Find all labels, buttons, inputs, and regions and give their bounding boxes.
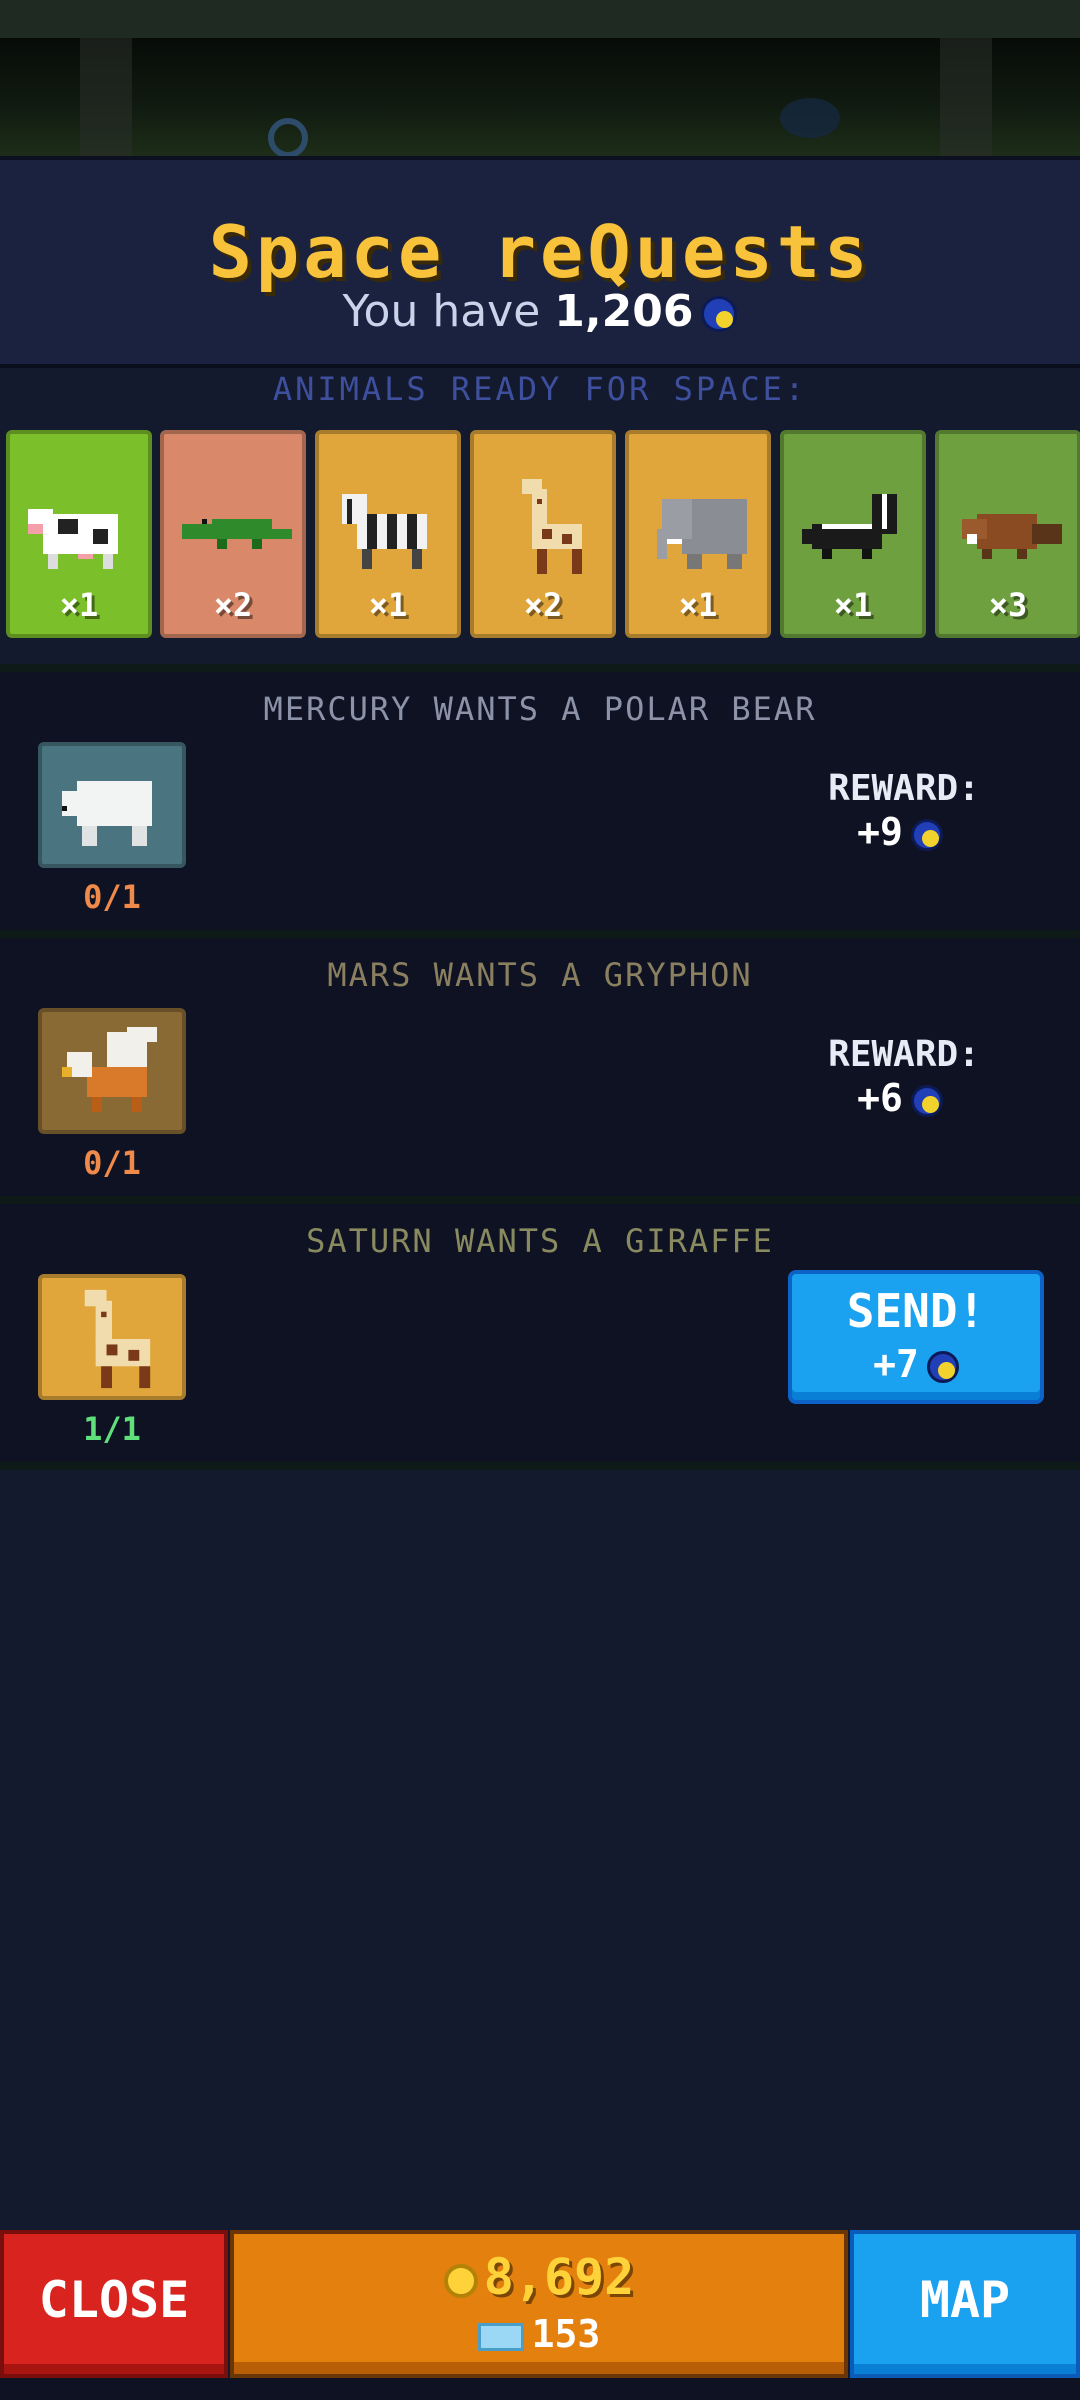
animal-count: ×1	[833, 586, 873, 624]
divider	[0, 1196, 1080, 1204]
send-label: SEND!	[846, 1284, 986, 1338]
cow-icon	[28, 509, 118, 569]
request-progress: 0/1	[83, 878, 141, 916]
divider	[0, 664, 1080, 672]
elephant-icon	[657, 499, 747, 569]
scene-post	[940, 38, 992, 156]
animal-tile-giraffe[interactable]: ×2	[470, 430, 616, 638]
animal-count: ×3	[988, 586, 1028, 624]
gem-icon	[477, 2322, 524, 2351]
currency-panel: 8,692 153	[230, 2230, 848, 2378]
background-scene	[0, 38, 1080, 156]
request-title: MARS WANTS A GRYPHON	[327, 956, 753, 994]
moon-coin-icon	[926, 1350, 959, 1383]
animal-tile-skunk[interactable]: ×1	[780, 430, 926, 638]
top-strip	[0, 0, 1080, 38]
bottom-edge	[0, 2378, 1080, 2400]
animal-count: ×1	[368, 586, 408, 624]
zebra-icon	[342, 494, 427, 569]
request-card-saturn: SATURN WANTS A GIRAFFE 1/1 SEND! +7	[0, 1204, 1080, 1462]
scene-orb	[268, 118, 308, 156]
gryphon-icon	[62, 1027, 157, 1112]
animal-count: ×2	[523, 586, 563, 624]
animal-tile-beaver[interactable]: ×3	[935, 430, 1080, 638]
bottom-bar: CLOSE 8,692 153 MAP	[0, 2230, 1080, 2378]
reward-label: REWARD:	[828, 1034, 980, 1075]
animal-tile-crocodile[interactable]: ×2	[160, 430, 306, 638]
request-animal-tile	[38, 1008, 186, 1134]
polar-bear-icon	[62, 781, 152, 846]
giraffe-icon	[84, 1289, 151, 1389]
divider	[0, 1462, 1080, 1470]
moon-coin-icon	[910, 1084, 943, 1117]
animals-ready-label: ANIMALS READY FOR SPACE:	[272, 370, 808, 408]
giraffe-icon	[522, 479, 582, 574]
send-reward: +7	[792, 1342, 1040, 1386]
close-button[interactable]: CLOSE	[0, 2230, 228, 2378]
animal-tile-zebra[interactable]: ×1	[315, 430, 461, 638]
reward-value: +6	[820, 1076, 980, 1120]
skunk-icon	[802, 494, 897, 559]
moon-coin-icon	[701, 296, 738, 332]
gold-balance: 8,692	[234, 2248, 844, 2306]
balance-line: You have 1,206	[0, 286, 1080, 337]
request-animal-tile	[38, 1274, 186, 1400]
gem-balance: 153	[234, 2312, 844, 2356]
reward-value: +9	[820, 810, 980, 854]
request-title: MERCURY WANTS A POLAR BEAR	[263, 690, 817, 728]
request-card-mercury: MERCURY WANTS A POLAR BEAR 0/1 REWARD: +…	[0, 672, 1080, 930]
reward-label: REWARD:	[828, 768, 980, 809]
request-card-mars: MARS WANTS A GRYPHON 0/1 REWARD: +6	[0, 938, 1080, 1196]
requests-header: Space reQuests You have 1,206	[0, 156, 1080, 368]
request-progress: 1/1	[83, 1410, 141, 1448]
beaver-icon	[962, 514, 1062, 559]
gold-coin-icon	[443, 2263, 478, 2298]
you-have-label: You have	[342, 286, 541, 337]
animal-count: ×1	[59, 586, 99, 624]
scene-planet	[780, 98, 840, 138]
animal-tile-elephant[interactable]: ×1	[625, 430, 771, 638]
animal-tile-cow[interactable]: ×1	[6, 430, 152, 638]
request-progress: 0/1	[83, 1144, 141, 1182]
scene-post	[80, 38, 132, 156]
map-button[interactable]: MAP	[850, 2230, 1080, 2378]
crocodile-icon	[182, 519, 292, 549]
divider	[0, 930, 1080, 938]
animal-count: ×1	[678, 586, 718, 624]
animal-count: ×2	[213, 586, 253, 624]
animals-ready-row: ×1 ×2 ×1 ×2 ×1 ×1 ×3	[6, 430, 1080, 640]
request-animal-tile	[38, 742, 186, 868]
request-title: SATURN WANTS A GIRAFFE	[306, 1222, 774, 1260]
page-title: Space reQuests	[208, 210, 872, 294]
moon-coin-icon	[910, 818, 943, 851]
send-button[interactable]: SEND! +7	[788, 1270, 1044, 1404]
balance-value: 1,206	[554, 286, 694, 337]
